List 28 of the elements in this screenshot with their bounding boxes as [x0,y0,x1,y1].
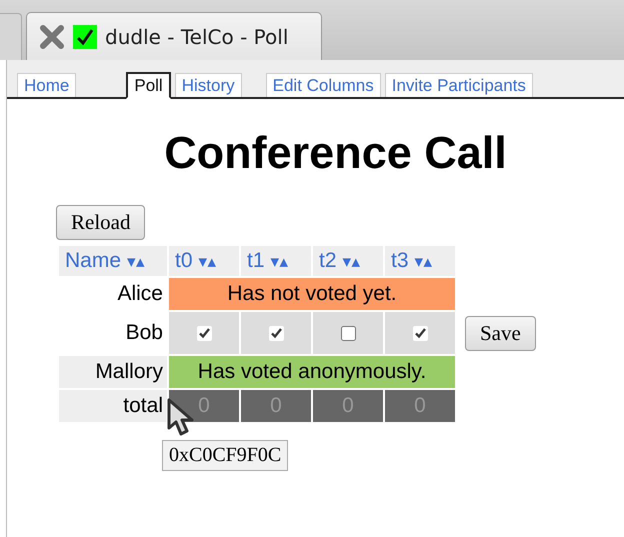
nav-tab[interactable]: Edit Columns [266,73,381,97]
participant-name: Alice [116,281,164,307]
participant-name: Mallory [59,356,167,388]
nav-tab[interactable]: Poll [126,72,171,99]
column-header[interactable]: t2 ▾▴ [313,246,383,276]
vote-checkbox[interactable] [269,326,284,341]
column-header[interactable]: Name ▾▴ [59,246,167,276]
vote-checkbox[interactable] [341,326,356,341]
total-label: total [59,390,167,422]
tab-title: dudle - TelCo - Poll [105,24,288,48]
column-header[interactable]: t3 ▾▴ [385,246,455,276]
poll-title: Conference Call [163,127,508,179]
browser-tab[interactable]: dudle - TelCo - Poll [26,12,322,60]
vote-checkbox[interactable] [197,326,212,341]
reload-button[interactable]: Reload [56,205,146,240]
checkmark-icon [73,24,97,48]
vote-status: Has voted anonymously. [169,356,455,388]
nav-tab[interactable]: Home [17,73,76,97]
tooltip: 0xC0CF9F0C [162,440,288,471]
vote-checkbox[interactable] [413,326,428,341]
nav-tab[interactable]: History [174,73,242,97]
column-header[interactable]: t1 ▾▴ [241,246,311,276]
close-icon[interactable] [39,24,65,50]
vote-status: Has not voted yet. [169,278,455,310]
save-button[interactable]: Save [465,316,536,350]
column-header[interactable]: t0 ▾▴ [169,246,239,276]
nav-tab[interactable]: Invite Participants [384,73,533,97]
participant-name: Bob [124,320,164,346]
